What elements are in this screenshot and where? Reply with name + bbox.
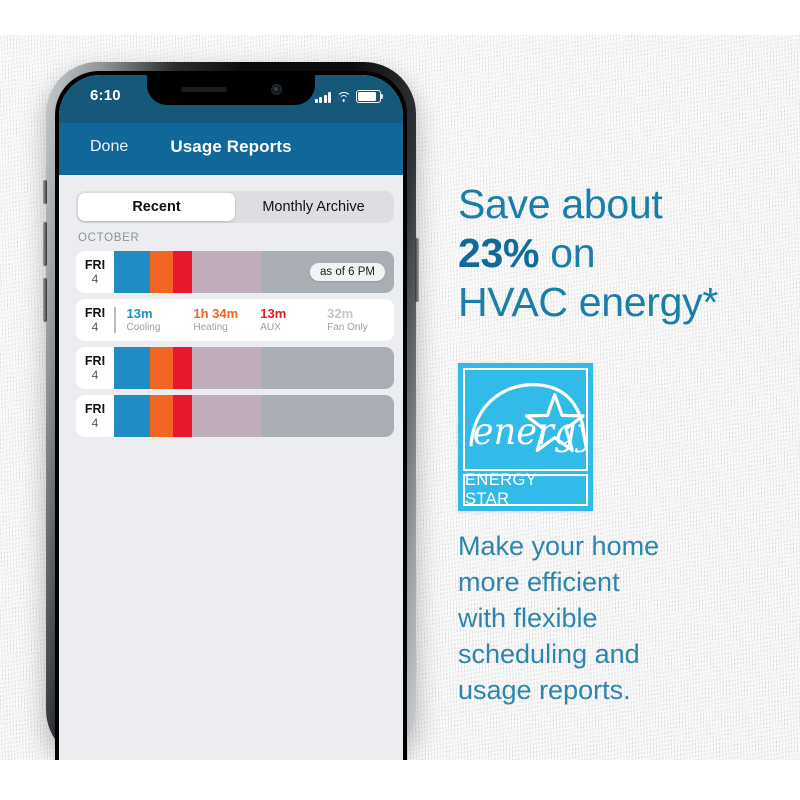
tab-recent[interactable]: Recent: [78, 193, 235, 221]
row-date: FRI 4: [76, 353, 114, 382]
legend-caption: AUX: [260, 322, 281, 333]
legend-caption: Fan Only: [327, 322, 368, 333]
usage-bar: [114, 347, 394, 389]
phone-device: 6:10 Done Usage Reports Recent Monthly A…: [43, 62, 419, 762]
body-line-4: scheduling and: [458, 639, 640, 669]
body-line-2: more efficient: [458, 567, 620, 597]
usage-bar-segment-idle: [262, 347, 394, 389]
row-day-number: 4: [91, 319, 99, 334]
row-day-number: 4: [91, 415, 99, 430]
legend-item-heating: 1h 34m Heating: [193, 306, 260, 334]
usage-row[interactable]: FRI 4 as of 6 PM: [76, 251, 394, 293]
usage-bar: as of 6 PM: [114, 251, 394, 293]
notch: [147, 75, 315, 105]
row-day-of-week: FRI: [84, 401, 106, 416]
svg-text:energy: energy: [473, 409, 586, 453]
status-icons: [314, 89, 384, 103]
body-line-1: Make your home: [458, 531, 660, 561]
usage-row-list: FRI 4 as of 6 PM FRI 4 13m Cooling 1h 34m Heatin…: [76, 251, 394, 443]
energy-star-wordmark: ENERGY STAR: [465, 471, 537, 508]
usage-row[interactable]: FRI 4: [76, 395, 394, 437]
headline-line-2-rest: on: [539, 230, 596, 276]
power-button[interactable]: [415, 238, 419, 302]
headline-stat: 23%: [458, 230, 540, 276]
usage-row[interactable]: FRI 4: [76, 347, 394, 389]
usage-bar-segment-fan-only: [192, 395, 263, 437]
segmented-control[interactable]: Recent Monthly Archive: [76, 191, 394, 223]
body-line-3: with flexible: [458, 603, 598, 633]
legend-value: 13m: [260, 306, 287, 321]
legend-item-cooling: 13m Cooling: [127, 306, 194, 334]
usage-bar-segment-heating: [150, 395, 173, 437]
headline-line-2: 23% on: [458, 229, 778, 278]
usage-bar-segment-fan-only: [192, 347, 263, 389]
phone-bezel: 6:10 Done Usage Reports Recent Monthly A…: [55, 71, 407, 762]
energy-star-badge: energy ENERGY STAR: [458, 363, 593, 511]
energy-star-svg: energy: [469, 383, 586, 453]
usage-bar-segment-cooling: [114, 347, 151, 389]
row-date: FRI 4: [76, 401, 114, 430]
navigation-bar: Done Usage Reports: [59, 123, 403, 175]
legend-caption: Cooling: [126, 322, 161, 333]
promo-image: 6:10 Done Usage Reports Recent Monthly A…: [0, 0, 800, 800]
section-header-october: OCTOBER: [78, 232, 140, 244]
legend-value: 32m: [327, 306, 354, 321]
usage-bar-segment-heating: [150, 251, 173, 293]
legend-divider: [114, 307, 116, 333]
headline-line-3: HVAC energy*: [458, 279, 718, 325]
row-date: FRI 4: [76, 305, 114, 334]
row-day-number: 4: [91, 271, 99, 286]
row-day-of-week: FRI: [84, 257, 106, 272]
body-line-5: usage reports.: [458, 675, 631, 705]
earpiece-speaker-icon: [181, 87, 227, 92]
legend-items: 13m Cooling 1h 34m Heating 13m AUX 32m Fan Only: [119, 306, 395, 334]
signal-bars-icon: [314, 92, 331, 103]
headline-line-1: Save about: [458, 181, 663, 227]
usage-bar-segment-aux: [172, 347, 193, 389]
usage-bar-segment-aux: [172, 395, 193, 437]
usage-bar-segment-aux: [172, 251, 193, 293]
battery-icon: [356, 89, 384, 103]
page-title: Usage Reports: [170, 137, 292, 156]
as-of-pill: as of 6 PM: [310, 263, 385, 281]
bottom-crop-band: [0, 760, 800, 800]
usage-row[interactable]: FRI 4 13m Cooling 1h 34m Heating 13m AUX 32m Fan …: [76, 299, 394, 341]
energy-star-graphic: energy: [463, 368, 588, 471]
row-date: FRI 4: [76, 257, 114, 286]
usage-bar: [114, 395, 394, 437]
legend-item-fan-only: 32m Fan Only: [327, 306, 394, 334]
usage-bar-segment-fan-only: [192, 251, 263, 293]
content-area: Recent Monthly Archive OCTOBER FRI 4 as of…: [59, 175, 403, 762]
usage-bar-segment-cooling: [114, 251, 151, 293]
volume-up-button[interactable]: [43, 222, 47, 266]
legend-item-aux: 13m AUX: [260, 306, 327, 334]
usage-bar-segment-idle: [262, 395, 394, 437]
legend-caption: Heating: [193, 322, 228, 333]
phone-screen: 6:10 Done Usage Reports Recent Monthly A…: [59, 75, 403, 762]
row-day-of-week: FRI: [84, 305, 106, 320]
marketing-body-copy: Make your home more efficient with flexibl…: [458, 528, 758, 708]
marketing-headline: Save about 23% on HVAC energy*: [458, 180, 778, 327]
usage-bar-segment-cooling: [114, 395, 151, 437]
row-day-of-week: FRI: [84, 353, 106, 368]
tab-monthly-archive[interactable]: Monthly Archive: [235, 193, 392, 221]
mute-switch[interactable]: [43, 180, 47, 204]
status-time: 6:10: [90, 87, 121, 104]
usage-bar-segment-heating: [150, 347, 173, 389]
row-day-number: 4: [91, 367, 99, 382]
wifi-icon: [336, 92, 351, 103]
front-camera-icon: [271, 84, 282, 95]
energy-star-wordmark-band: ENERGY STAR: [463, 471, 588, 508]
legend-value: 1h 34m: [193, 306, 239, 321]
legend-value: 13m: [126, 306, 153, 321]
volume-down-button[interactable]: [43, 278, 47, 322]
